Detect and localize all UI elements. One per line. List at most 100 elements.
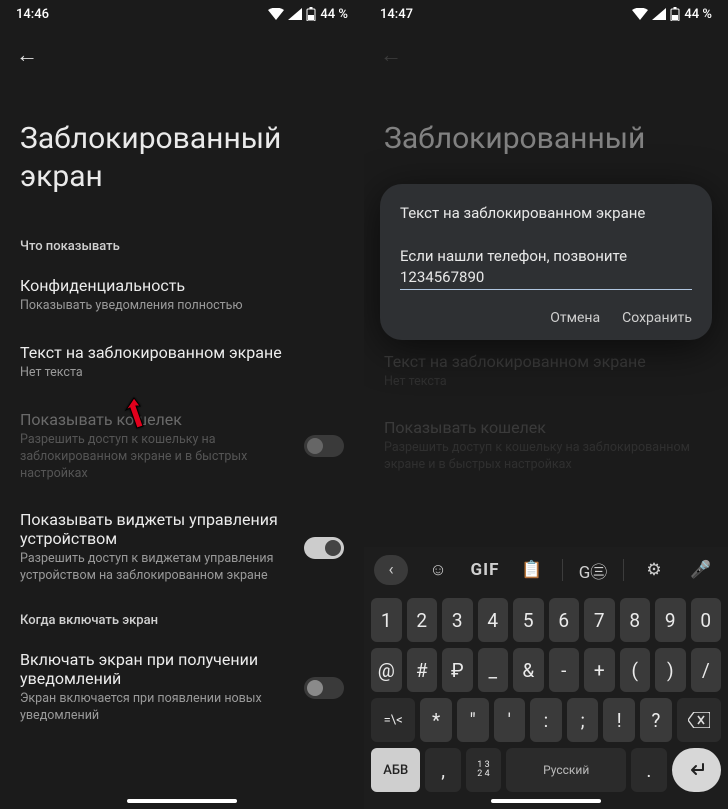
kb-sticker-icon[interactable]: ☺ bbox=[421, 555, 455, 585]
section-when-turn-on: Когда включать экран bbox=[0, 599, 364, 636]
kb-gif-button[interactable]: GIF bbox=[468, 555, 502, 585]
key-quest[interactable]: ? bbox=[640, 698, 672, 742]
dialog-save-button[interactable]: Сохранить bbox=[622, 310, 692, 326]
on-screen-keyboard: ‹ ☺ GIF 📋 G㊂ ⚙ 🎤 1 2 3 4 5 6 7 8 9 0 bbox=[364, 547, 728, 809]
kb-row-1: 1 2 3 4 5 6 7 8 9 0 bbox=[368, 595, 724, 645]
key-9[interactable]: 9 bbox=[655, 598, 686, 642]
kb-row-4: АБВ , 12 34 Русский . bbox=[368, 745, 724, 795]
key-0[interactable]: 0 bbox=[691, 598, 722, 642]
row-privacy-sub: Показывать уведомления полностью bbox=[20, 298, 344, 315]
key-rparen[interactable]: ) bbox=[655, 648, 686, 692]
key-8[interactable]: 8 bbox=[620, 598, 651, 642]
key-lparen[interactable]: ( bbox=[620, 648, 651, 692]
enter-icon bbox=[686, 762, 706, 778]
row-wallet-sub: Разрешить доступ к кошельку на заблокиро… bbox=[20, 432, 292, 483]
back-icon: ← bbox=[380, 43, 402, 68]
row-device-widgets-sub: Разрешить доступ к виджетам управления у… bbox=[20, 551, 292, 585]
key-slash[interactable]: / bbox=[691, 648, 722, 692]
row-wallet-sub: Разрешить доступ к кошельку на заблокиро… bbox=[384, 440, 708, 474]
row-wake-on-notif[interactable]: Включать экран при получении уведомлений… bbox=[0, 636, 364, 739]
toggle-wallet bbox=[304, 435, 344, 457]
row-wallet-title: Показывать кошелек bbox=[384, 418, 708, 437]
battery-icon bbox=[670, 7, 680, 21]
row-wake-title: Включать экран при получении уведомлений bbox=[20, 650, 292, 688]
key-enter[interactable] bbox=[672, 748, 721, 792]
kb-row-3: =\< * " ' : ; ! ? bbox=[368, 695, 724, 745]
page-title: Заблокированный экран bbox=[0, 72, 364, 225]
wifi-icon bbox=[268, 8, 284, 20]
kb-divider bbox=[562, 559, 563, 581]
row-privacy[interactable]: Конфиденциальность Показывать уведомлени… bbox=[0, 262, 364, 329]
key-5[interactable]: 5 bbox=[513, 598, 544, 642]
key-excl[interactable]: ! bbox=[603, 698, 635, 742]
key-period[interactable]: . bbox=[631, 748, 666, 792]
row-wake-sub: Экран включается при появлении новых уве… bbox=[20, 691, 292, 725]
row-lock-text-title: Текст на заблокированном экране bbox=[20, 343, 344, 362]
page-title: Заблокированный bbox=[364, 72, 728, 188]
key-colon[interactable]: : bbox=[530, 698, 562, 742]
key-plus[interactable]: + bbox=[584, 648, 615, 692]
signal-icon bbox=[652, 8, 666, 20]
kb-collapse-icon[interactable]: ‹ bbox=[374, 555, 408, 585]
status-bar: 14:47 44 % bbox=[364, 0, 728, 28]
key-7[interactable]: 7 bbox=[584, 598, 615, 642]
row-device-widgets[interactable]: Показывать виджеты управления устройство… bbox=[0, 496, 364, 599]
kb-settings-icon[interactable]: ⚙ bbox=[637, 555, 671, 585]
key-abc[interactable]: АБВ bbox=[371, 748, 420, 792]
key-symbols-shift[interactable]: =\< bbox=[371, 698, 415, 742]
key-at[interactable]: @ bbox=[371, 648, 402, 692]
dialog-title: Текст на заблокированном экране bbox=[400, 204, 692, 222]
key-2[interactable]: 2 bbox=[407, 598, 438, 642]
dialog-cancel-button[interactable]: Отмена bbox=[550, 310, 600, 326]
row-wallet-title: Показывать кошелек bbox=[20, 410, 292, 429]
key-3[interactable]: 3 bbox=[442, 598, 473, 642]
left-screenshot: 14:46 44 % ← Заблокированный экран Что п… bbox=[0, 0, 364, 809]
key-squote[interactable]: ' bbox=[494, 698, 526, 742]
key-ruble[interactable]: ₽ bbox=[442, 648, 473, 692]
kb-divider bbox=[623, 559, 624, 581]
row-lock-text[interactable]: Текст на заблокированном экране Нет текс… bbox=[0, 329, 364, 396]
row-lock-text: Текст на заблокированном экране Нет текс… bbox=[364, 338, 728, 405]
battery-icon bbox=[306, 7, 316, 21]
toggle-wake[interactable] bbox=[304, 677, 344, 699]
status-right: 44 % bbox=[632, 7, 712, 22]
key-space[interactable]: Русский bbox=[506, 748, 626, 792]
row-wallet: Показывать кошелек Разрешить доступ к ко… bbox=[364, 404, 728, 488]
key-4[interactable]: 4 bbox=[478, 598, 509, 642]
key-backspace[interactable] bbox=[677, 698, 721, 742]
row-wallet: Показывать кошелек Разрешить доступ к ко… bbox=[0, 396, 364, 497]
kb-translate-icon[interactable]: G㊂ bbox=[576, 555, 610, 585]
backspace-icon bbox=[688, 712, 710, 728]
key-semicolon[interactable]: ; bbox=[567, 698, 599, 742]
key-6[interactable]: 6 bbox=[549, 598, 580, 642]
row-lock-text-title: Текст на заблокированном экране bbox=[384, 352, 708, 371]
kb-row-2: @ # ₽ _ & - + ( ) / bbox=[368, 645, 724, 695]
right-screenshot: 14:47 44 % ← Заблокированный Текст на за… bbox=[364, 0, 728, 809]
kb-mic-icon[interactable]: 🎤 bbox=[684, 555, 718, 585]
key-underscore[interactable]: _ bbox=[478, 648, 509, 692]
key-minus[interactable]: - bbox=[549, 648, 580, 692]
row-privacy-title: Конфиденциальность bbox=[20, 276, 344, 295]
key-dquote[interactable]: " bbox=[457, 698, 489, 742]
status-time: 14:47 bbox=[380, 7, 413, 22]
key-comma[interactable]: , bbox=[425, 748, 460, 792]
toggle-device-widgets[interactable] bbox=[304, 537, 344, 559]
status-bar: 14:46 44 % bbox=[0, 0, 364, 28]
kb-clipboard-icon[interactable]: 📋 bbox=[515, 555, 549, 585]
key-star[interactable]: * bbox=[420, 698, 452, 742]
lock-text-input[interactable] bbox=[400, 244, 692, 290]
lock-text-dialog: Текст на заблокированном экране Отмена С… bbox=[380, 184, 712, 340]
key-amp[interactable]: & bbox=[513, 648, 544, 692]
status-time: 14:46 bbox=[16, 7, 49, 22]
row-lock-text-sub: Нет текста bbox=[20, 365, 344, 382]
nav-bar-pill[interactable] bbox=[491, 799, 601, 803]
key-hash[interactable]: # bbox=[407, 648, 438, 692]
back-icon[interactable]: ← bbox=[16, 43, 38, 68]
nav-bar-pill[interactable] bbox=[127, 799, 237, 803]
status-right: 44 % bbox=[268, 7, 348, 22]
section-what-to-show: Что показывать bbox=[0, 225, 364, 262]
key-layout-swap[interactable]: 12 34 bbox=[466, 748, 501, 792]
status-battery: 44 % bbox=[684, 7, 712, 22]
row-device-widgets-title: Показывать виджеты управления устройство… bbox=[20, 510, 292, 548]
key-1[interactable]: 1 bbox=[371, 598, 402, 642]
